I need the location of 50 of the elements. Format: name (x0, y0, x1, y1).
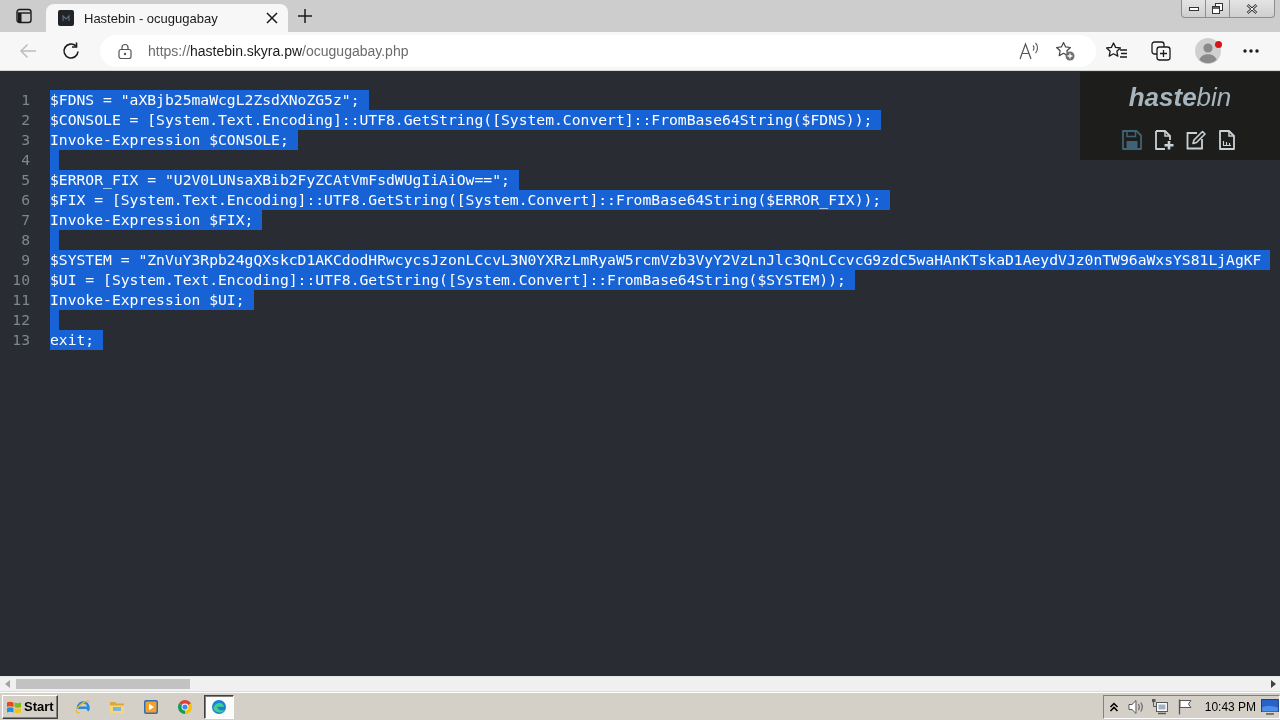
address-bar[interactable]: https://hastebin.skyra.pw/ocugugabay.php (100, 35, 1096, 67)
line-number: 10 (11, 270, 30, 290)
speaker-icon[interactable] (1127, 698, 1144, 715)
close-icon (1246, 3, 1258, 14)
line-number: 5 (20, 170, 30, 190)
read-aloud-icon[interactable] (1019, 42, 1039, 60)
document-text-icon[interactable] (1218, 130, 1238, 150)
line-number: 6 (20, 190, 30, 210)
scrollbar-thumb[interactable] (16, 679, 190, 689)
line-number: 4 (20, 150, 30, 170)
scroll-right-icon[interactable] (1271, 680, 1276, 688)
windows-flag-icon (6, 699, 22, 714)
favicon-icon (58, 10, 74, 26)
avatar-icon[interactable] (1195, 38, 1221, 64)
play-tile-icon (142, 698, 159, 715)
minimize-icon (1188, 6, 1199, 11)
line-number: 8 (20, 230, 30, 250)
line-number: 12 (11, 310, 30, 330)
lock-icon (118, 43, 132, 59)
start-button[interactable]: Start (2, 694, 58, 719)
line-number: 11 (11, 290, 30, 310)
notification-dot-icon (1215, 41, 1222, 48)
tricolor-circle-icon (176, 698, 193, 715)
favorite-add-icon[interactable] (1055, 41, 1075, 61)
network-icon[interactable] (1151, 698, 1168, 715)
restore-icon (1212, 3, 1223, 14)
tab-actions-icon[interactable] (16, 8, 32, 24)
line-number: 7 (20, 210, 30, 230)
document-pencil-icon[interactable] (1186, 130, 1206, 150)
line-number: 13 (11, 330, 30, 350)
browser-tab[interactable]: Hastebin - ocugugabay (46, 4, 288, 32)
line-number: 3 (20, 130, 30, 150)
taskbar-button[interactable] (203, 694, 234, 719)
new-tab-icon[interactable] (297, 8, 313, 24)
line-number: 9 (20, 250, 30, 270)
monitor-icon[interactable] (1261, 698, 1279, 715)
more-icon[interactable] (1243, 49, 1259, 53)
flag-icon[interactable] (1176, 698, 1193, 715)
favorites-icon[interactable] (1106, 42, 1127, 60)
logo-text: hastebin (1128, 82, 1232, 112)
line-number: 2 (20, 110, 30, 130)
refresh-icon[interactable] (61, 41, 81, 61)
ring-e-icon (74, 698, 91, 715)
line-number: 1 (20, 90, 30, 110)
document-plus-icon[interactable] (1154, 130, 1174, 150)
clock-text[interactable]: 10:43 PM (1204, 699, 1257, 714)
collections-icon[interactable] (1151, 41, 1171, 61)
close-tab-icon[interactable] (266, 12, 278, 24)
chevron-up-icon[interactable] (1109, 701, 1119, 712)
swirl-icon (210, 698, 227, 715)
